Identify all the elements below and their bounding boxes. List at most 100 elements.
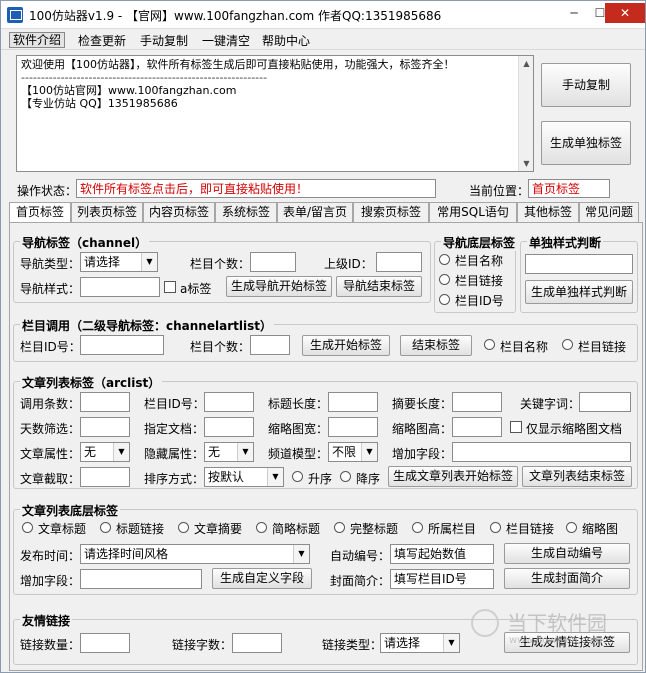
radio-arc-shorttitle[interactable]	[256, 522, 267, 533]
radio-arc-title[interactable]	[22, 522, 33, 533]
output-textarea[interactable]: 欢迎使用【100仿站器】，软件所有标签生成后即可直接粘贴使用，功能强大，标签齐全…	[16, 55, 534, 172]
arc-bottom-title: 文章列表底层标签	[20, 502, 121, 519]
arclist-group: 文章列表标签（arclist） 调用条数： 栏目ID号： 标题长度： 摘要长度：…	[13, 374, 638, 489]
radio-arc-fulltitle-label: 完整标题	[350, 522, 399, 536]
nav-count-label: 栏目个数：	[190, 257, 251, 271]
tab-list[interactable]: 列表页标签	[71, 202, 143, 222]
column-id-input[interactable]	[80, 335, 164, 355]
radio-column-link-label: 栏目链接	[578, 340, 627, 354]
arc-auto-input[interactable]: 填写起始数值	[390, 544, 494, 564]
app-icon	[7, 7, 23, 23]
a-tag-checkbox[interactable]	[164, 281, 176, 293]
arc-attr-label: 文章属性：	[20, 447, 81, 461]
minimize-button[interactable]: ─	[561, 3, 587, 23]
chevron-down-icon: ▼	[361, 443, 377, 461]
tab-form[interactable]: 表单/留言页	[277, 202, 353, 222]
arc-cover-button[interactable]: 生成封面简介	[504, 568, 630, 589]
nav-end-button[interactable]: 导航结束标签	[336, 276, 422, 297]
links-chars-input[interactable]	[232, 633, 282, 653]
radio-nav-link[interactable]	[439, 274, 450, 285]
window-title: 100仿站器v1.9 - 【官网】www.100fangzhan.com 作者Q…	[29, 9, 442, 23]
tab-other[interactable]: 其他标签	[517, 202, 579, 222]
column-start-button[interactable]: 生成开始标签	[302, 335, 390, 356]
arc-model-label: 频道模型：	[268, 447, 329, 461]
links-type-select[interactable]: 请选择 ▼	[380, 633, 460, 653]
tab-home[interactable]: 首页标签	[9, 202, 71, 222]
radio-arc-fulltitle[interactable]	[334, 522, 345, 533]
arc-cover-label: 封面简介：	[330, 574, 391, 588]
arc-typeid-input[interactable]	[204, 392, 254, 412]
tab-content[interactable]: 内容页标签	[143, 202, 215, 222]
arc-hidden-select[interactable]: 无 ▼	[204, 442, 254, 462]
arc-end-button[interactable]: 文章列表结束标签	[522, 466, 632, 487]
arc-titlelen-input[interactable]	[328, 392, 378, 412]
links-count-input[interactable]	[80, 633, 130, 653]
arc-auto-label: 自动编号：	[330, 549, 391, 563]
arc-time-select[interactable]: 请选择时间风格 ▼	[80, 544, 310, 564]
arc-imgheight-input[interactable]	[452, 417, 502, 437]
menu-update[interactable]: 检查更新	[75, 32, 129, 48]
nav-bottom-title: 导航底层标签	[441, 234, 518, 251]
tab-sql[interactable]: 常用SQL语句	[429, 202, 517, 222]
column-group: 栏目调用（二级导航标签：channelartlist） 栏目ID号： 栏目个数：…	[13, 317, 638, 362]
scroll-up-icon[interactable]: ▲	[519, 56, 533, 71]
arc-time-label: 发布时间：	[20, 549, 81, 563]
tab-search[interactable]: 搜索页标签	[353, 202, 429, 222]
close-button[interactable]: ✕	[605, 3, 645, 23]
single-style-input[interactable]	[525, 254, 633, 274]
column-end-button[interactable]: 结束标签	[400, 335, 472, 356]
menu-intro[interactable]: 软件介绍	[9, 32, 66, 48]
radio-arc-thumb[interactable]	[566, 522, 577, 533]
status-text: 软件所有标签点击后，即可直接粘贴使用！	[76, 179, 436, 198]
menu-copy[interactable]: 手动复制	[137, 32, 191, 48]
radio-column-name[interactable]	[484, 339, 495, 350]
nav-type-select[interactable]: 请选择 ▼	[80, 252, 158, 272]
arc-days-input[interactable]	[80, 417, 130, 437]
radio-nav-name[interactable]	[439, 254, 450, 265]
radio-arc-typename-label: 所属栏目	[428, 522, 477, 536]
nav-parent-input[interactable]	[376, 252, 422, 272]
arc-keyword-input[interactable]	[579, 392, 631, 412]
radio-arc-typelink[interactable]	[490, 522, 501, 533]
nav-style-input[interactable]	[80, 277, 160, 297]
arc-field-input[interactable]	[80, 569, 202, 589]
single-style-group: 单独样式判断 生成单独样式判断	[520, 234, 638, 313]
arc-attr-select[interactable]: 无 ▼	[80, 442, 130, 462]
arc-model-select[interactable]: 不限 ▼	[328, 442, 378, 462]
arc-attr-value: 无	[84, 445, 97, 459]
arc-field-button[interactable]: 生成自定义字段	[212, 568, 312, 589]
arc-limit-input[interactable]	[80, 392, 130, 412]
nav-start-button[interactable]: 生成导航开始标签	[226, 276, 332, 297]
radio-desc[interactable]	[340, 471, 351, 482]
radio-column-link[interactable]	[562, 339, 573, 350]
single-style-button[interactable]: 生成单独样式判断	[525, 280, 633, 304]
arc-imgwidth-input[interactable]	[328, 417, 378, 437]
scrollbar[interactable]: ▲ ▼	[518, 56, 533, 171]
column-count-input[interactable]	[250, 335, 290, 355]
arclist-group-title: 文章列表标签（arclist）	[20, 374, 163, 391]
arc-infolen-input[interactable]	[452, 392, 502, 412]
radio-arc-thumb-label: 缩略图	[582, 522, 619, 536]
arc-auto-button[interactable]: 生成自动编号	[504, 543, 630, 564]
menu-help[interactable]: 帮助中心	[259, 32, 313, 48]
radio-nav-id[interactable]	[439, 294, 450, 305]
scroll-down-icon[interactable]: ▼	[519, 156, 533, 171]
a-tag-label: a标签	[180, 282, 212, 296]
arc-start-button[interactable]: 生成文章列表开始标签	[388, 466, 518, 487]
radio-asc[interactable]	[292, 471, 303, 482]
menu-clear[interactable]: 一键清空	[199, 32, 253, 48]
manual-copy-button[interactable]: 手动复制	[541, 63, 631, 107]
single-tag-button[interactable]: 生成单独标签	[541, 121, 631, 165]
arc-idlist-input[interactable]	[204, 417, 254, 437]
arc-extra-input[interactable]	[452, 442, 631, 462]
arc-cover-input[interactable]: 填写栏目ID号	[390, 569, 494, 589]
nav-count-input[interactable]	[250, 252, 296, 272]
arc-sort-select[interactable]: 按默认 ▼	[204, 467, 284, 487]
radio-arc-typename[interactable]	[412, 522, 423, 533]
radio-arc-link[interactable]	[100, 522, 111, 533]
thumb-only-checkbox[interactable]	[510, 421, 522, 433]
arc-cut-input[interactable]	[80, 467, 130, 487]
tab-faq[interactable]: 常见问题	[579, 202, 639, 222]
radio-arc-desc[interactable]	[178, 522, 189, 533]
tab-system[interactable]: 系统标签	[215, 202, 277, 222]
